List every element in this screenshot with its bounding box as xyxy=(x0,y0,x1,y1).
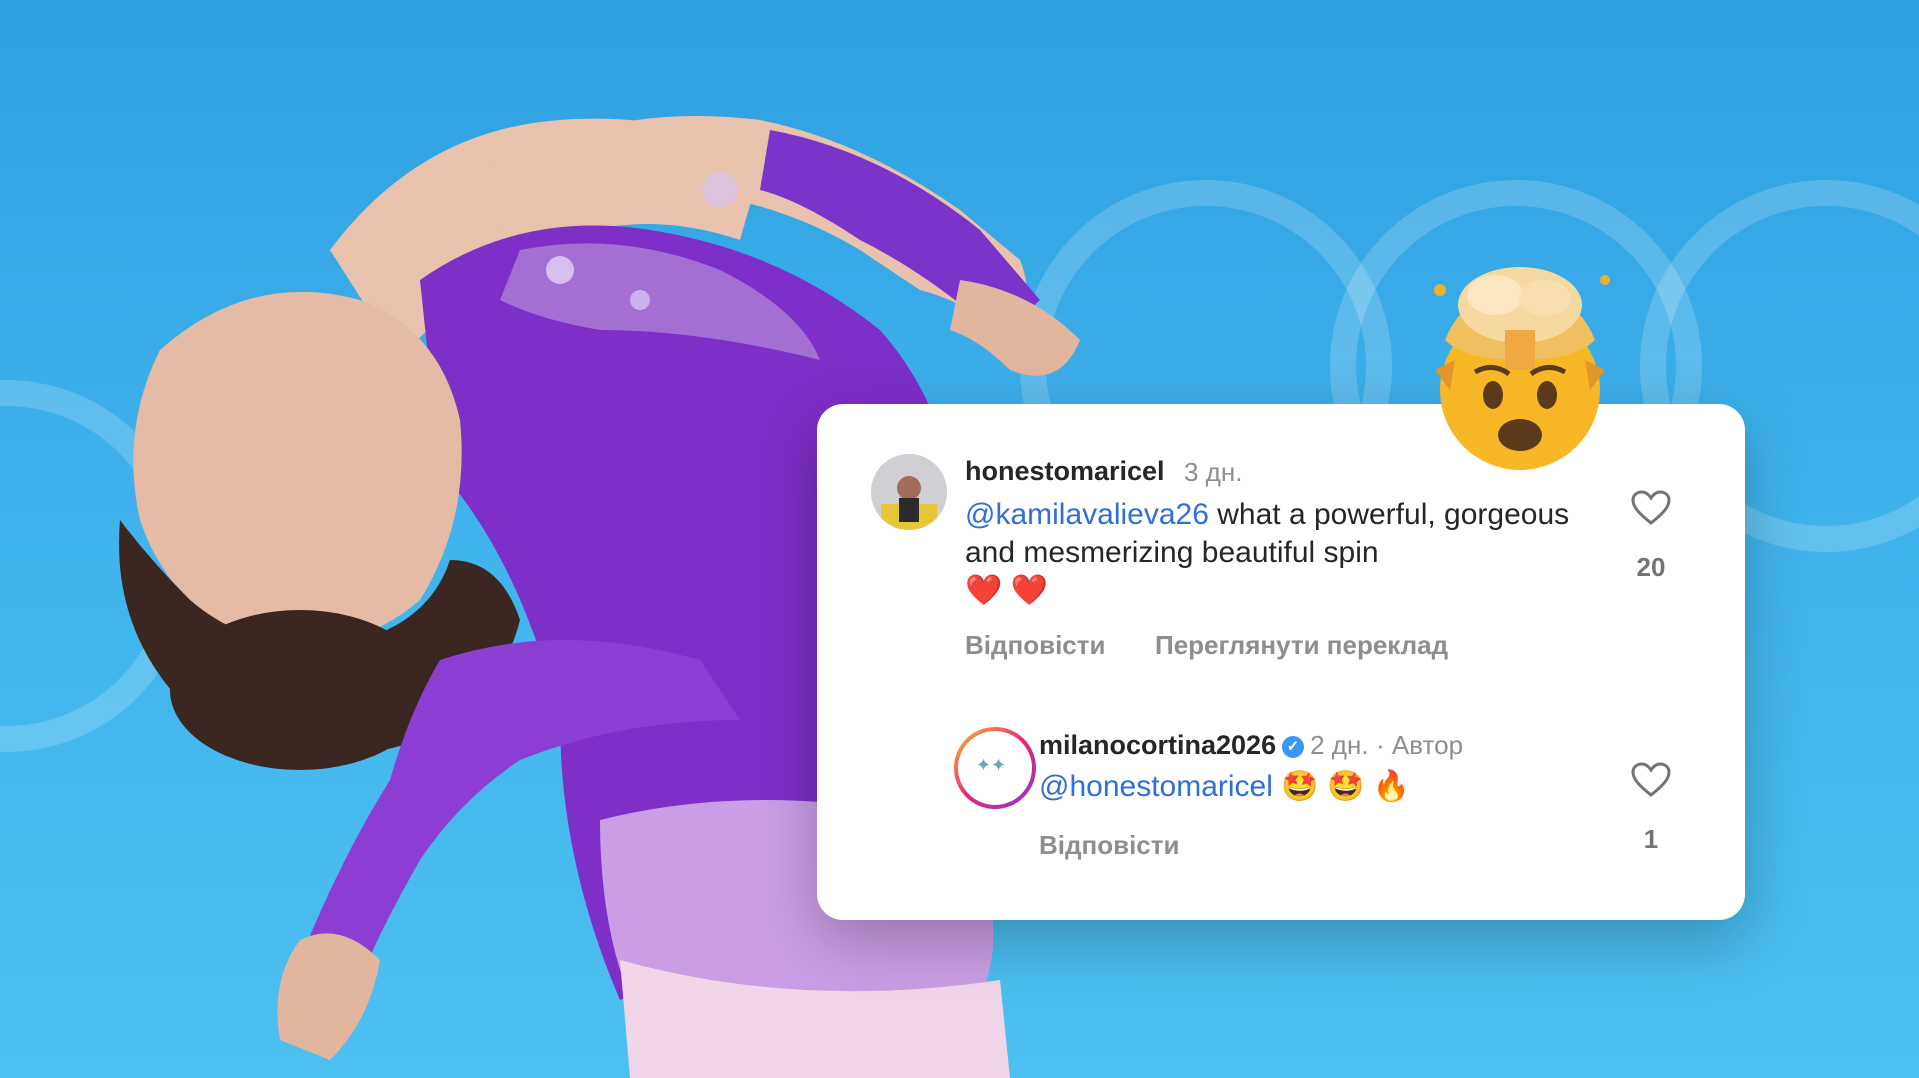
mention-link[interactable]: @honestomaricel xyxy=(1039,770,1273,803)
avatar[interactable] xyxy=(871,454,947,530)
avatar-logo-icon: ✦✦ xyxy=(961,734,1021,794)
reply-text: @honestomaricel 🤩 🤩 🔥 xyxy=(1039,768,1410,806)
avatar[interactable]: ✦✦ xyxy=(954,727,1036,809)
reply-emoji: 🤩 🤩 🔥 xyxy=(1281,770,1410,803)
reply-button[interactable]: Відповісти xyxy=(1039,830,1179,861)
author-label: · Автор xyxy=(1376,730,1464,760)
reply-username[interactable]: milanocortina2026 ✓ 2 дн. · Автор xyxy=(1039,730,1463,761)
svg-text:✦✦: ✦✦ xyxy=(976,755,1006,775)
mention-link[interactable]: @kamilavalieva26 xyxy=(965,498,1209,531)
reply-time: 2 дн. xyxy=(1310,730,1369,760)
like-count: 20 xyxy=(1636,552,1666,582)
avatar-image-icon xyxy=(871,454,947,530)
reply-button[interactable]: Відповісти xyxy=(965,630,1105,661)
see-translation-button[interactable]: Переглянути переклад xyxy=(1155,630,1448,661)
heart-icon[interactable] xyxy=(1631,490,1671,526)
comment-emoji: ❤️ ❤️ xyxy=(965,574,1049,607)
heart-icon[interactable] xyxy=(1631,762,1671,798)
like-count: 1 xyxy=(1643,824,1659,854)
reply-username-text[interactable]: milanocortina2026 xyxy=(1039,730,1276,760)
exploding-head-emoji xyxy=(1434,267,1610,470)
verified-badge-icon: ✓ xyxy=(1282,735,1305,758)
comment-username[interactable]: honestomaricel xyxy=(965,456,1165,487)
comment-text: @kamilavalieva26 what a powerful, gorgeo… xyxy=(965,496,1605,610)
comment-card: honestomaricel 3 дн. @kamilavalieva26 wh… xyxy=(817,404,1745,920)
comment-time: 3 дн. xyxy=(1184,457,1243,487)
